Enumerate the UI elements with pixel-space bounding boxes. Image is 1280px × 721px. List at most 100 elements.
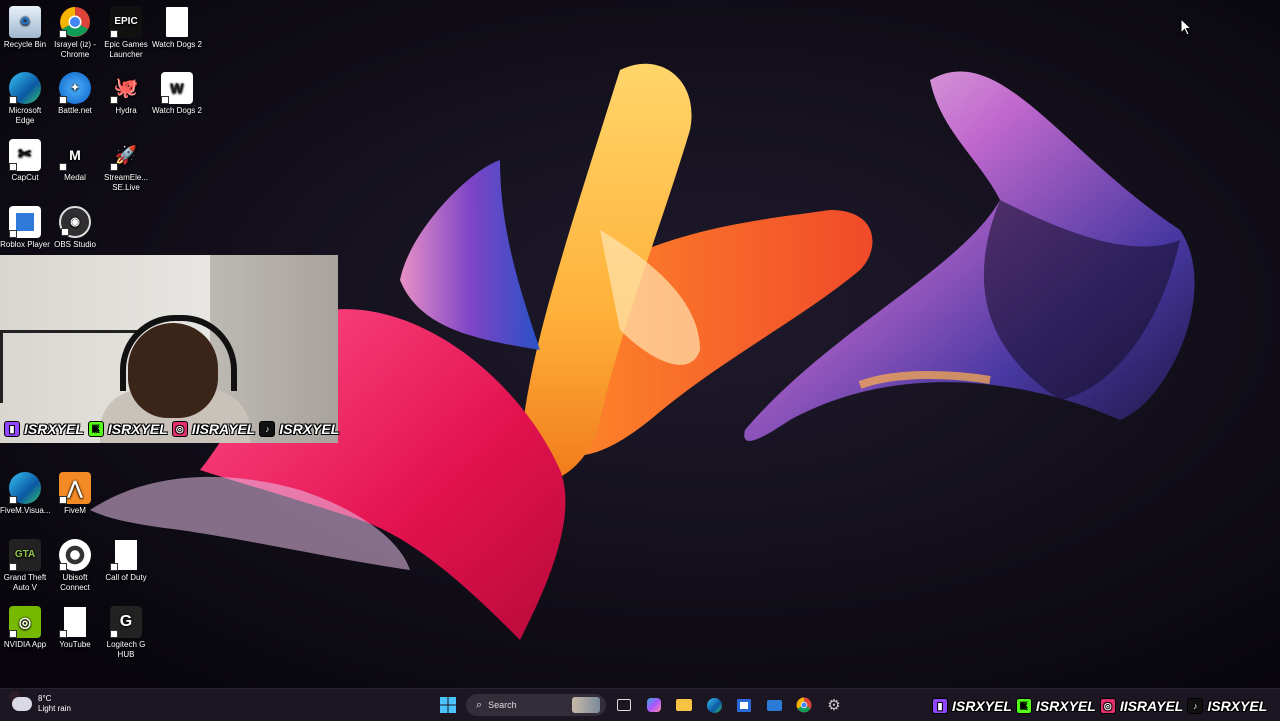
file-icon: [59, 606, 91, 638]
social-handle: ISRXYEL: [107, 421, 168, 437]
desktop-icon-fivem-visual[interactable]: FiveM.Visua...: [0, 472, 51, 516]
webcam-overlay: [0, 255, 338, 443]
desktop-icon-watch-dogs[interactable]: W Watch Dogs 2: [152, 72, 202, 116]
weather-widget[interactable]: 8°C Light rain: [9, 691, 71, 714]
copilot-button[interactable]: [642, 693, 666, 717]
edge-icon: [706, 697, 722, 713]
medal-icon: M: [59, 139, 91, 171]
desktop-icon-label: Call of Duty: [105, 573, 147, 582]
desktop-icon-obs[interactable]: ◉ OBS Studio: [50, 206, 100, 250]
streamelements-icon: 🚀: [110, 139, 142, 171]
twitch-icon: ▮: [4, 421, 20, 437]
mail-icon: [766, 699, 782, 711]
webcam-social-bar: ▮ ISRXYEL K ISRXYEL ◎ IISRAYEL ♪ ISRXYEL: [4, 421, 339, 437]
desktop-icon-roblox[interactable]: Roblox Player: [0, 206, 50, 250]
tiktok-icon: ♪: [259, 421, 276, 437]
desktop-icon-edge[interactable]: Microsoft Edge: [0, 72, 50, 126]
file-icon: [110, 539, 142, 571]
chrome-icon: [59, 6, 91, 38]
roblox-icon: [9, 206, 41, 238]
desktop-icon-label: Grand Theft Auto V: [3, 573, 47, 592]
social-handle: IISRAYEL: [1119, 698, 1184, 714]
kick-icon: K: [87, 421, 104, 437]
chrome-icon: [796, 697, 812, 713]
taskbar-social-bar: ▮ ISRXYEL K ISRXYEL ◎ IISRAYEL ♪ ISRXYEL: [932, 698, 1267, 714]
fivem-icon: ⋀: [59, 472, 91, 504]
desktop-icon-label: Epic Games Launcher: [104, 40, 148, 59]
desktop-icon-epic-games[interactable]: EPIC Epic Games Launcher: [101, 6, 151, 60]
desktop-icon-watch-dogs-file[interactable]: Watch Dogs 2: [152, 6, 202, 50]
kick-icon: K: [1015, 698, 1032, 714]
desktop-icon-recycle-bin[interactable]: ♻ Recycle Bin: [0, 6, 50, 50]
desktop-icon-label: Medal: [64, 173, 86, 182]
chrome-taskbar-button[interactable]: [792, 693, 816, 717]
taskbar: 8°C Light rain ⌕ Search ⚙ ▮ ISRXYEL K IS…: [0, 688, 1280, 721]
nvidia-icon: ◎: [9, 606, 41, 638]
desktop-icon-label: OBS Studio: [54, 240, 96, 249]
desktop-icon-chrome[interactable]: Israyel (iz) - Chrome: [50, 6, 100, 60]
obs-icon: ◉: [59, 206, 91, 238]
desktop-icon-medal[interactable]: M Medal: [50, 139, 100, 183]
desktop-icon-hydra[interactable]: 🐙 Hydra: [101, 72, 151, 116]
edge-taskbar-button[interactable]: [702, 693, 726, 717]
capcut-icon: ✂: [9, 139, 41, 171]
desktop-icon-label: NVIDIA App: [3, 640, 47, 649]
desktop-icon-call-of-duty[interactable]: Call of Duty: [101, 539, 151, 583]
settings-button[interactable]: ⚙: [822, 693, 846, 717]
file-explorer-icon: [676, 699, 692, 711]
logitech-icon: G: [110, 606, 142, 638]
desktop-icon-label: CapCut: [11, 173, 39, 182]
social-handle: ISRXYEL: [24, 421, 84, 437]
desktop-icon-fivem[interactable]: ⋀ FiveM: [50, 472, 100, 516]
social-handle: ISRXYEL: [1035, 698, 1096, 714]
epic-games-icon: EPIC: [110, 6, 142, 38]
battlenet-icon: ✦: [59, 72, 91, 104]
edge-icon: [9, 72, 41, 104]
desktop-icon-capcut[interactable]: ✂ CapCut: [0, 139, 50, 183]
social-handle: ISRXYEL: [1207, 698, 1268, 714]
desktop-icon-gta[interactable]: GTA Grand Theft Auto V: [0, 539, 50, 593]
recycle-bin-icon: ♻: [9, 6, 41, 38]
desktop-icon-logitech[interactable]: G Logitech G HUB: [101, 606, 151, 660]
desktop-icon-streamelements[interactable]: 🚀 StreamEle... SE.Live: [101, 139, 151, 193]
task-view-button[interactable]: [612, 693, 636, 717]
copilot-icon: [647, 698, 661, 712]
search-placeholder: Search: [488, 700, 517, 710]
social-handle: ISRXYEL: [952, 698, 1012, 714]
search-highlight-image: [572, 697, 600, 713]
desktop-icon-label: Logitech G HUB: [106, 640, 146, 659]
mail-button[interactable]: [762, 693, 786, 717]
edge-icon: [9, 472, 41, 504]
desktop-icon-label: Recycle Bin: [3, 40, 47, 49]
desktop-icon-label: Roblox Player: [0, 240, 50, 249]
settings-icon: ⚙: [827, 697, 841, 714]
desktop-icon-nvidia[interactable]: ◎ NVIDIA App: [0, 606, 50, 650]
instagram-icon: ◎: [1099, 698, 1116, 714]
desktop-icon-battlenet[interactable]: ✦ Battle.net: [50, 72, 100, 116]
desktop-icon-label: Battle.net: [58, 106, 92, 115]
social-handle: IISRAYEL: [191, 421, 256, 437]
weather-condition: Light rain: [38, 704, 71, 713]
mouse-cursor-icon: [1180, 18, 1192, 36]
desktop-icon-youtube[interactable]: YouTube: [50, 606, 100, 650]
start-button[interactable]: [436, 693, 460, 717]
desktop-icon-label: Microsoft Edge: [8, 106, 42, 125]
desktop-icon-label: YouTube: [59, 640, 91, 649]
desktop-icon-label: Israyel (iz) - Chrome: [54, 40, 96, 59]
desktop-icon-label: Hydra: [115, 106, 137, 115]
desktop-icon-label: FiveM.Visua...: [0, 506, 51, 515]
desktop-icon-label: StreamEle... SE.Live: [103, 173, 148, 192]
file-explorer-button[interactable]: [672, 693, 696, 717]
file-icon: [161, 6, 193, 38]
store-button[interactable]: [732, 693, 756, 717]
twitch-icon: ▮: [932, 698, 948, 714]
desktop-icon-label: Watch Dogs 2: [152, 40, 202, 49]
taskbar-search[interactable]: ⌕ Search: [466, 694, 606, 716]
social-handle: ISRXYEL: [279, 421, 340, 437]
gta-icon: GTA: [9, 539, 41, 571]
desktop-icon-label: Ubisoft Connect: [60, 573, 90, 592]
task-view-icon: [617, 699, 631, 711]
ubisoft-icon: [59, 539, 91, 571]
desktop-icon-ubisoft[interactable]: Ubisoft Connect: [50, 539, 100, 593]
start-icon: [440, 697, 456, 713]
